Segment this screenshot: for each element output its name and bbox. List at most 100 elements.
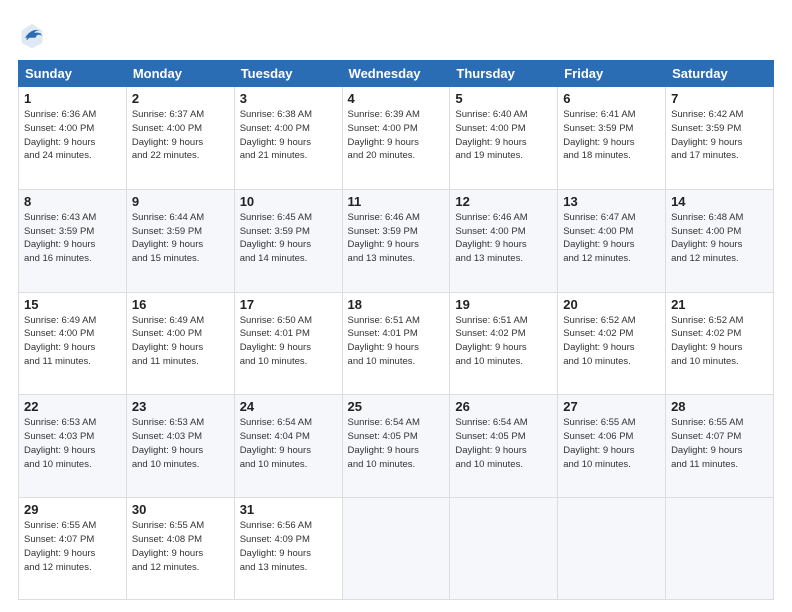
calendar-row-2: 8 Sunrise: 6:43 AMSunset: 3:59 PMDaylight… — [19, 189, 774, 292]
day-number: 13 — [563, 194, 660, 209]
table-row — [450, 498, 558, 600]
day-number: 25 — [348, 399, 445, 414]
day-info: Sunrise: 6:36 AMSunset: 4:00 PMDaylight:… — [24, 108, 121, 163]
day-info: Sunrise: 6:53 AMSunset: 4:03 PMDaylight:… — [132, 416, 229, 471]
day-info: Sunrise: 6:47 AMSunset: 4:00 PMDaylight:… — [563, 211, 660, 266]
table-row: 25Sunrise: 6:54 AMSunset: 4:05 PMDayligh… — [342, 395, 450, 498]
table-row: 26 Sunrise: 6:54 AMSunset: 4:05 PMDayligh… — [450, 395, 558, 498]
table-row: 10 Sunrise: 6:45 AMSunset: 3:59 PMDayligh… — [234, 189, 342, 292]
day-info: Sunrise: 6:48 AMSunset: 4:00 PMDaylight:… — [671, 211, 768, 266]
col-thursday: Thursday — [450, 61, 558, 87]
day-info: Sunrise: 6:55 AMSunset: 4:08 PMDaylight:… — [132, 519, 229, 574]
logo-icon — [18, 22, 46, 50]
day-info: Sunrise: 6:55 AMSunset: 4:06 PMDaylight:… — [563, 416, 660, 471]
day-info: Sunrise: 6:43 AMSunset: 3:59 PMDaylight:… — [24, 211, 121, 266]
day-info: Sunrise: 6:52 AMSunset: 4:02 PMDaylight:… — [563, 314, 660, 369]
table-row: 21 Sunrise: 6:52 AMSunset: 4:02 PMDayligh… — [666, 292, 774, 395]
table-row: 15 Sunrise: 6:49 AMSunset: 4:00 PMDayligh… — [19, 292, 127, 395]
day-number: 31 — [240, 502, 337, 517]
day-number: 26 — [455, 399, 552, 414]
day-number: 21 — [671, 297, 768, 312]
table-row: 9Sunrise: 6:44 AMSunset: 3:59 PMDaylight… — [126, 189, 234, 292]
day-number: 28 — [671, 399, 768, 414]
calendar-header-row: Sunday Monday Tuesday Wednesday Thursday… — [19, 61, 774, 87]
table-row: 31Sunrise: 6:56 AMSunset: 4:09 PMDayligh… — [234, 498, 342, 600]
day-info: Sunrise: 6:54 AMSunset: 4:05 PMDaylight:… — [455, 416, 552, 471]
day-info: Sunrise: 6:46 AMSunset: 3:59 PMDaylight:… — [348, 211, 445, 266]
day-number: 8 — [24, 194, 121, 209]
table-row: 2 Sunrise: 6:37 AMSunset: 4:00 PMDaylight… — [126, 87, 234, 190]
table-row: 4 Sunrise: 6:39 AMSunset: 4:00 PMDaylight… — [342, 87, 450, 190]
col-sunday: Sunday — [19, 61, 127, 87]
day-number: 2 — [132, 91, 229, 106]
day-number: 7 — [671, 91, 768, 106]
table-row — [666, 498, 774, 600]
day-number: 12 — [455, 194, 552, 209]
day-info: Sunrise: 6:55 AMSunset: 4:07 PMDaylight:… — [24, 519, 121, 574]
day-number: 10 — [240, 194, 337, 209]
table-row: 19Sunrise: 6:51 AMSunset: 4:02 PMDayligh… — [450, 292, 558, 395]
logo — [18, 22, 50, 50]
day-info: Sunrise: 6:38 AMSunset: 4:00 PMDaylight:… — [240, 108, 337, 163]
day-number: 6 — [563, 91, 660, 106]
col-tuesday: Tuesday — [234, 61, 342, 87]
table-row: 23 Sunrise: 6:53 AMSunset: 4:03 PMDayligh… — [126, 395, 234, 498]
table-row: 6 Sunrise: 6:41 AMSunset: 3:59 PMDaylight… — [558, 87, 666, 190]
col-wednesday: Wednesday — [342, 61, 450, 87]
table-row: 24Sunrise: 6:54 AMSunset: 4:04 PMDayligh… — [234, 395, 342, 498]
day-info: Sunrise: 6:49 AMSunset: 4:00 PMDaylight:… — [24, 314, 121, 369]
table-row: 8 Sunrise: 6:43 AMSunset: 3:59 PMDaylight… — [19, 189, 127, 292]
table-row: 13 Sunrise: 6:47 AMSunset: 4:00 PMDayligh… — [558, 189, 666, 292]
day-number: 29 — [24, 502, 121, 517]
day-info: Sunrise: 6:39 AMSunset: 4:00 PMDaylight:… — [348, 108, 445, 163]
table-row: 20 Sunrise: 6:52 AMSunset: 4:02 PMDayligh… — [558, 292, 666, 395]
page: Sunday Monday Tuesday Wednesday Thursday… — [0, 0, 792, 612]
day-number: 14 — [671, 194, 768, 209]
table-row: 11 Sunrise: 6:46 AMSunset: 3:59 PMDayligh… — [342, 189, 450, 292]
calendar-row-5: 29 Sunrise: 6:55 AMSunset: 4:07 PMDayligh… — [19, 498, 774, 600]
day-info: Sunrise: 6:50 AMSunset: 4:01 PMDaylight:… — [240, 314, 337, 369]
day-number: 9 — [132, 194, 229, 209]
calendar-table: Sunday Monday Tuesday Wednesday Thursday… — [18, 60, 774, 600]
day-number: 4 — [348, 91, 445, 106]
day-info: Sunrise: 6:49 AMSunset: 4:00 PMDaylight:… — [132, 314, 229, 369]
day-info: Sunrise: 6:37 AMSunset: 4:00 PMDaylight:… — [132, 108, 229, 163]
table-row: 16 Sunrise: 6:49 AMSunset: 4:00 PMDayligh… — [126, 292, 234, 395]
day-number: 17 — [240, 297, 337, 312]
table-row — [342, 498, 450, 600]
day-number: 27 — [563, 399, 660, 414]
table-row: 14 Sunrise: 6:48 AMSunset: 4:00 PMDayligh… — [666, 189, 774, 292]
day-number: 5 — [455, 91, 552, 106]
day-number: 15 — [24, 297, 121, 312]
day-info: Sunrise: 6:45 AMSunset: 3:59 PMDaylight:… — [240, 211, 337, 266]
table-row: 28 Sunrise: 6:55 AMSunset: 4:07 PMDayligh… — [666, 395, 774, 498]
col-monday: Monday — [126, 61, 234, 87]
col-friday: Friday — [558, 61, 666, 87]
day-number: 11 — [348, 194, 445, 209]
day-number: 20 — [563, 297, 660, 312]
day-number: 18 — [348, 297, 445, 312]
day-info: Sunrise: 6:46 AMSunset: 4:00 PMDaylight:… — [455, 211, 552, 266]
day-info: Sunrise: 6:40 AMSunset: 4:00 PMDaylight:… — [455, 108, 552, 163]
table-row: 5 Sunrise: 6:40 AMSunset: 4:00 PMDaylight… — [450, 87, 558, 190]
day-number: 16 — [132, 297, 229, 312]
table-row — [558, 498, 666, 600]
day-number: 1 — [24, 91, 121, 106]
table-row: 12 Sunrise: 6:46 AMSunset: 4:00 PMDayligh… — [450, 189, 558, 292]
table-row: 30Sunrise: 6:55 AMSunset: 4:08 PMDayligh… — [126, 498, 234, 600]
calendar-row-1: 1 Sunrise: 6:36 AMSunset: 4:00 PMDaylight… — [19, 87, 774, 190]
day-number: 3 — [240, 91, 337, 106]
table-row: 29 Sunrise: 6:55 AMSunset: 4:07 PMDayligh… — [19, 498, 127, 600]
calendar-row-4: 22 Sunrise: 6:53 AMSunset: 4:03 PMDayligh… — [19, 395, 774, 498]
day-info: Sunrise: 6:41 AMSunset: 3:59 PMDaylight:… — [563, 108, 660, 163]
table-row: 1 Sunrise: 6:36 AMSunset: 4:00 PMDaylight… — [19, 87, 127, 190]
table-row: 22 Sunrise: 6:53 AMSunset: 4:03 PMDayligh… — [19, 395, 127, 498]
table-row: 17 Sunrise: 6:50 AMSunset: 4:01 PMDayligh… — [234, 292, 342, 395]
day-info: Sunrise: 6:55 AMSunset: 4:07 PMDaylight:… — [671, 416, 768, 471]
day-number: 22 — [24, 399, 121, 414]
calendar-row-3: 15 Sunrise: 6:49 AMSunset: 4:00 PMDayligh… — [19, 292, 774, 395]
day-info: Sunrise: 6:53 AMSunset: 4:03 PMDaylight:… — [24, 416, 121, 471]
day-number: 23 — [132, 399, 229, 414]
day-info: Sunrise: 6:52 AMSunset: 4:02 PMDaylight:… — [671, 314, 768, 369]
day-info: Sunrise: 6:51 AMSunset: 4:02 PMDaylight:… — [455, 314, 552, 369]
